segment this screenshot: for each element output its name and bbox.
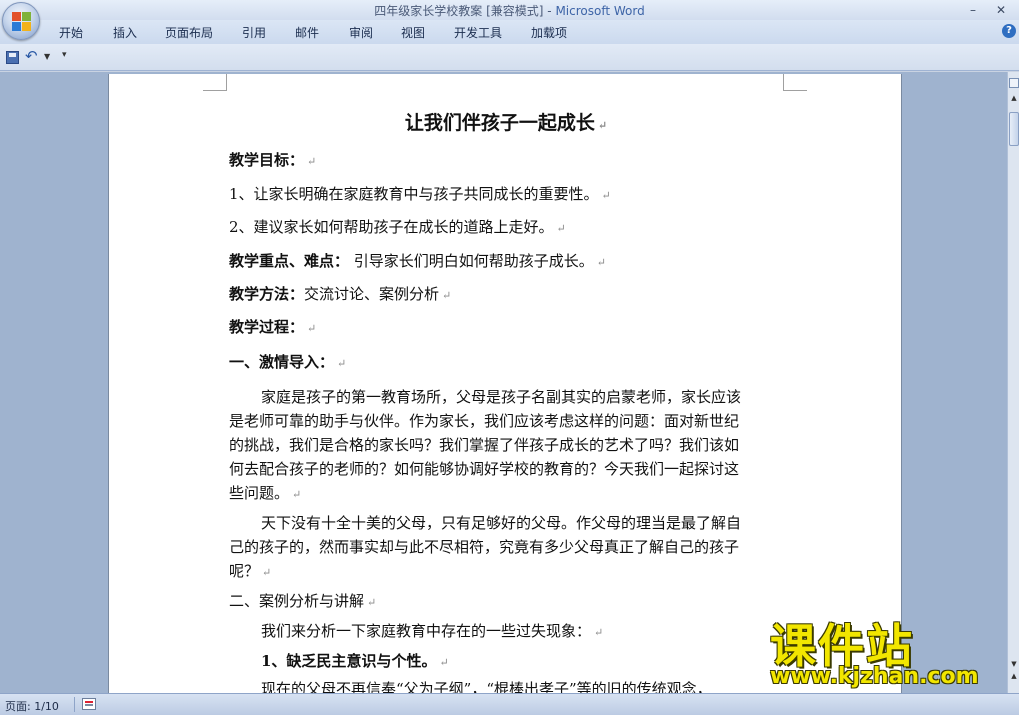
doc-line: 2、建议家长如何帮助孩子在成长的道路上走好。 ↵ (229, 218, 566, 236)
office-logo-icon (12, 12, 32, 32)
tab-view[interactable]: 视图 (401, 24, 425, 41)
minimize-button[interactable]: – (963, 2, 983, 18)
doc-line: 现在的父母不再信奉“父为子纲”，“棍棒出孝子”等的旧的传统观念， (261, 680, 712, 693)
proofing-icon[interactable] (82, 698, 96, 710)
doc-line: 1、缺乏民主意识与个性。 ↵ (261, 652, 449, 670)
document-page[interactable]: 让我们伴孩子一起成长 ↵ 教学目标： ↵ 1、让家长明确在家庭教育中与孩子共同成长的… (108, 74, 902, 693)
doc-line: 呢？ ↵ (229, 562, 272, 580)
scroll-thumb[interactable] (1009, 112, 1019, 146)
undo-icon[interactable]: ↶ (25, 47, 38, 65)
doc-line: 己的孩子的，然而事实却与此不尽相符，究竟有多少父母真正了解自己的孩子 (229, 538, 740, 556)
customize-icon[interactable]: ▾ (62, 50, 67, 60)
office-button[interactable] (2, 2, 40, 40)
scroll-down-icon[interactable]: ▼ (1009, 660, 1019, 672)
ruler-toggle-icon[interactable] (1009, 78, 1019, 88)
tab-page-layout[interactable]: 页面布局 (165, 24, 213, 41)
watermark-url: www.kjzhan.com (770, 664, 979, 689)
tab-insert[interactable]: 插入 (113, 24, 137, 41)
doc-line: 些问题。 ↵ (229, 484, 302, 502)
crop-mark-right (783, 74, 807, 91)
previous-page-icon[interactable]: ▲ (1009, 672, 1019, 682)
doc-line: 教学过程： ↵ (229, 318, 317, 336)
tab-add-ins[interactable]: 加载项 (531, 24, 567, 41)
chevron-down-icon[interactable]: ▼ (44, 52, 50, 61)
ribbon-tabs: 开始 插入 页面布局 引用 邮件 审阅 视图 开发工具 加载项 ? (0, 20, 1019, 44)
vertical-scrollbar[interactable]: ▲ ▼ ▲ (1007, 72, 1019, 693)
document-name: 四年级家长学校教案 [兼容模式] (374, 4, 544, 18)
tab-references[interactable]: 引用 (242, 24, 266, 41)
doc-line: 1、让家长明确在家庭教育中与孩子共同成长的重要性。 ↵ (229, 185, 611, 203)
doc-line: 教学方法：交流讨论、案例分析 ↵ (229, 285, 452, 303)
quick-access-toolbar: ↶ ▼ ▾ (0, 44, 1019, 71)
document-area: 让我们伴孩子一起成长 ↵ 教学目标： ↵ 1、让家长明确在家庭教育中与孩子共同成长的… (0, 72, 1007, 693)
doc-line: 是老师可靠的助手与伙伴。作为家长，我们应该考虑这样的问题：面对新世纪 (229, 412, 740, 430)
title-bar: 四年级家长学校教案 [兼容模式] - Microsoft Word – ✕ (0, 0, 1019, 20)
tab-developer[interactable]: 开发工具 (454, 24, 502, 41)
crop-mark-left (203, 74, 227, 91)
tab-home[interactable]: 开始 (59, 24, 83, 41)
save-icon[interactable] (6, 51, 19, 64)
doc-line: 我们来分析一下家庭教育中存在的一些过失现象： ↵ (261, 622, 604, 640)
doc-line: 一、激情导入： ↵ (229, 353, 347, 371)
doc-line: 家庭是孩子的第一教育场所，父母是孩子名副其实的启蒙老师，家长应该 (261, 388, 742, 406)
title-separator: - (543, 4, 556, 18)
status-bar: 页面: 1/10 (0, 693, 1019, 715)
doc-line: 教学重点、难点： 引导家长们明白如何帮助孩子成长。 ↵ (229, 252, 607, 270)
app-name: Microsoft Word (555, 4, 645, 18)
close-button[interactable]: ✕ (991, 2, 1011, 18)
document-title: 让我们伴孩子一起成长 ↵ (404, 112, 608, 134)
scroll-up-icon[interactable]: ▲ (1009, 92, 1019, 104)
doc-line: 二、案例分析与讲解 ↵ (229, 592, 377, 610)
status-separator (74, 697, 75, 712)
doc-line: 何去配合孩子的老师的？如何能够协调好学校的教育的？今天我们一起探讨这 (229, 460, 740, 478)
tab-mailings[interactable]: 邮件 (295, 24, 319, 41)
page-indicator[interactable]: 页面: 1/10 (5, 698, 59, 714)
doc-line: 的挑战，我们是合格的家长吗？我们掌握了伴孩子成长的艺术了吗？我们该如 (229, 436, 740, 454)
tab-review[interactable]: 审阅 (349, 24, 373, 41)
window-title: 四年级家长学校教案 [兼容模式] - Microsoft Word (0, 2, 1019, 19)
help-icon[interactable]: ? (1002, 24, 1016, 38)
doc-line: 教学目标： ↵ (229, 151, 317, 169)
doc-line: 天下没有十全十美的父母，只有足够好的父母。作父母的理当是最了解自 (261, 514, 742, 532)
